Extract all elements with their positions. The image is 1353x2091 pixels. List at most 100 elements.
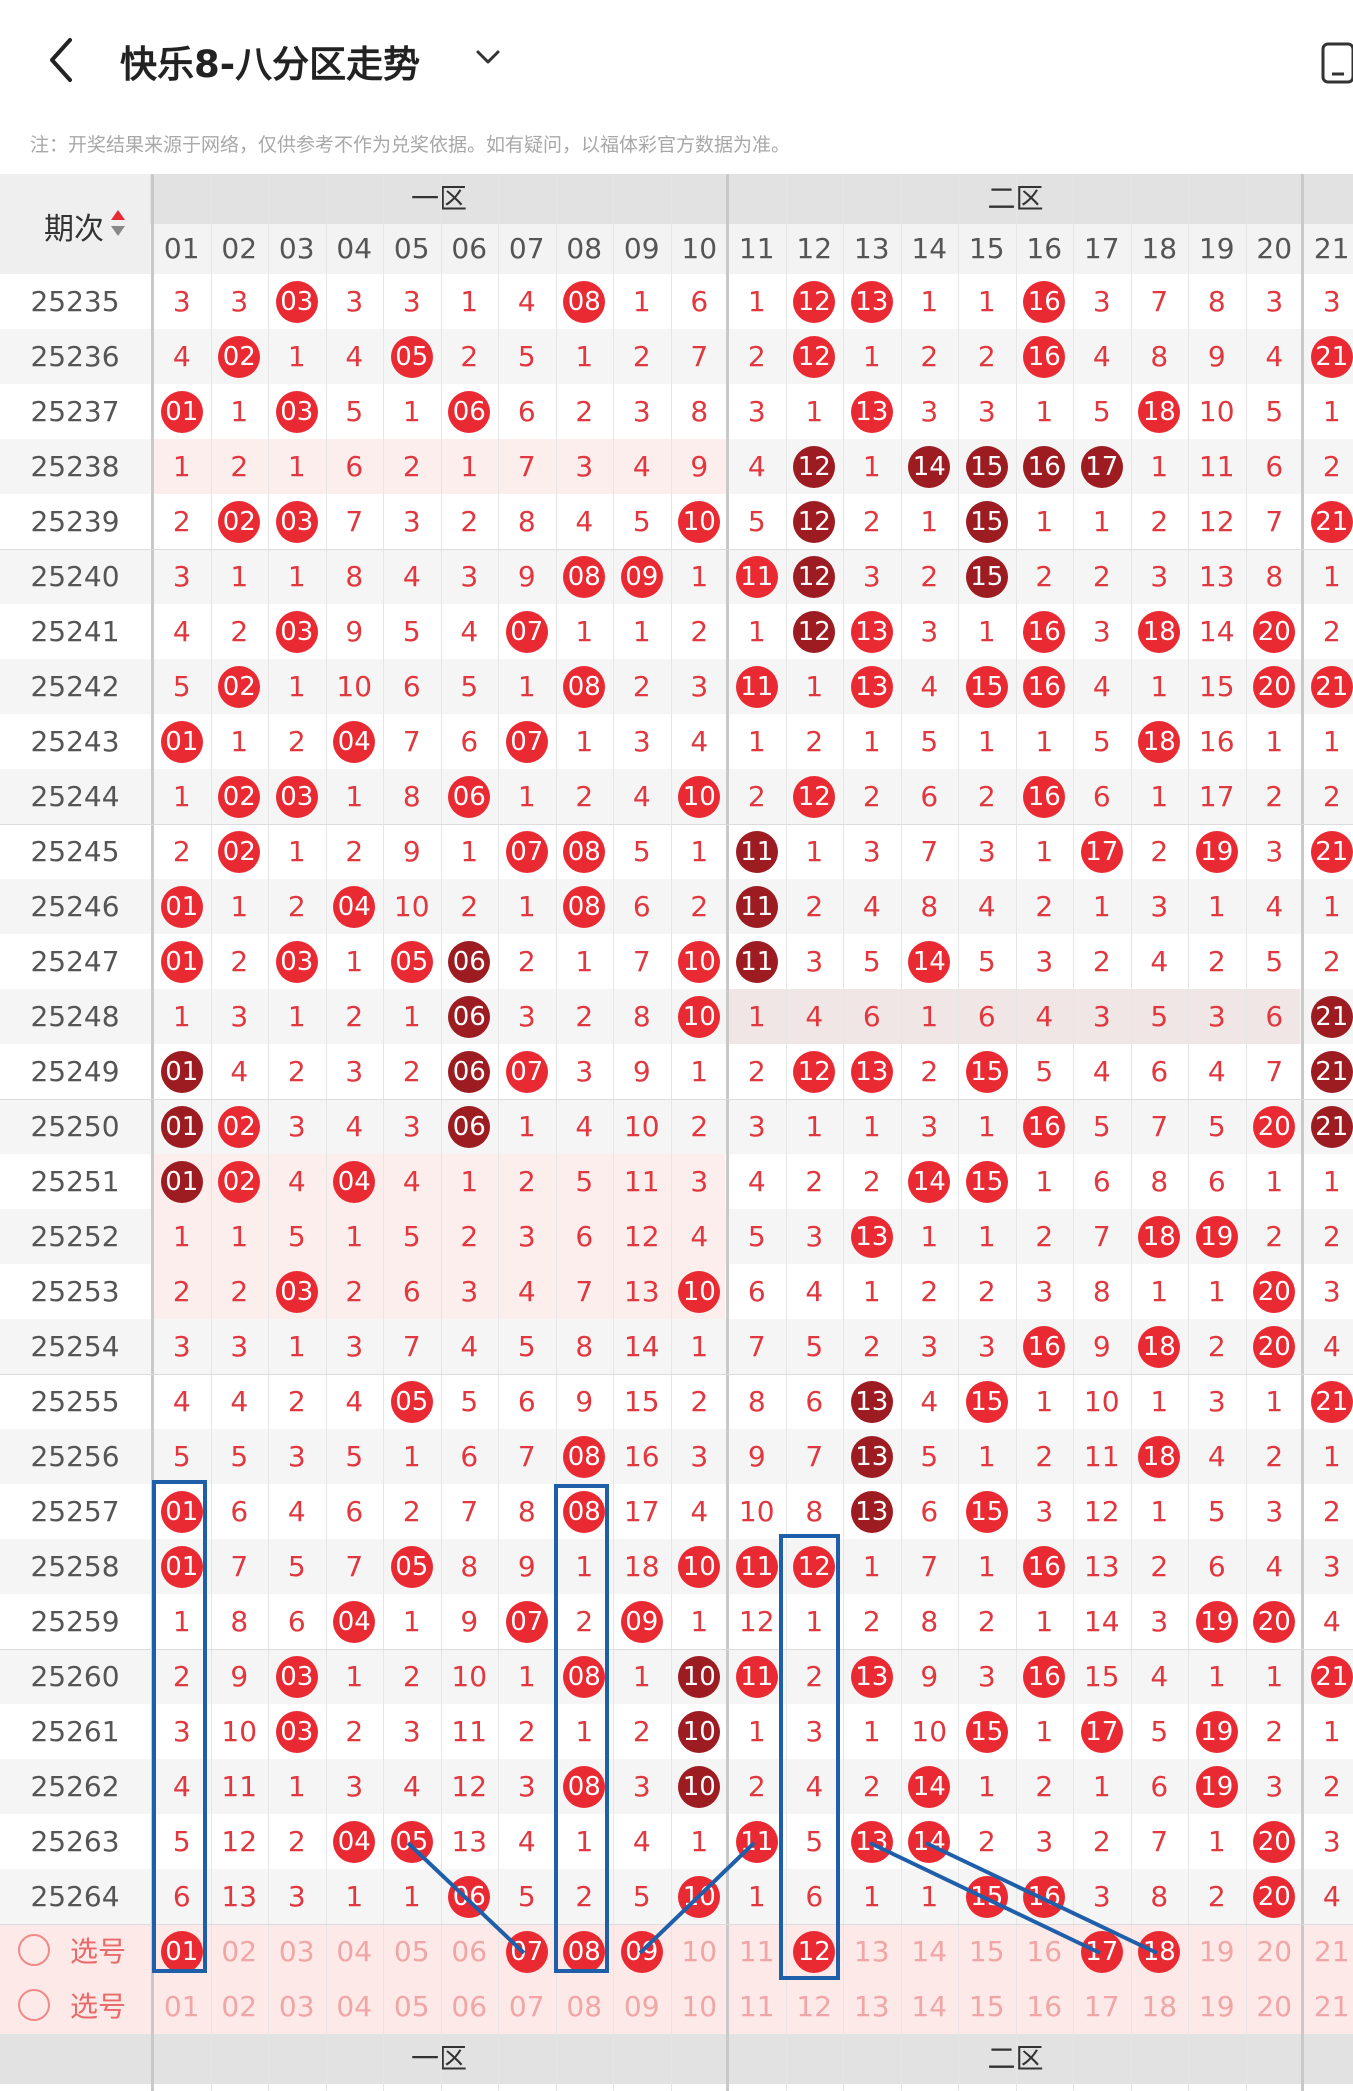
selectable-number[interactable]: 04 bbox=[326, 1924, 384, 1979]
selectable-number[interactable]: 16 bbox=[1016, 1924, 1074, 1979]
column-header-03: 03 bbox=[278, 232, 315, 265]
miss-count-cell: 6 bbox=[1265, 450, 1284, 483]
select-radio[interactable] bbox=[18, 1934, 50, 1966]
miss-count-cell: 2 bbox=[1265, 1715, 1284, 1748]
selectable-number[interactable]: 02 bbox=[211, 1979, 269, 2034]
miss-count-cell: 4 bbox=[632, 780, 651, 813]
trend-grid: 一区 二区 01 02 03 04 05 06 07 08 09 10 11 12 13 14 15 16 17… bbox=[0, 174, 1353, 2091]
selectable-number[interactable]: 03 bbox=[268, 1924, 326, 1979]
selectable-number[interactable]: 02 bbox=[211, 1924, 269, 1979]
selectable-number[interactable]: 17 bbox=[1073, 1979, 1131, 2034]
selectable-number[interactable]: 19 bbox=[1188, 1924, 1246, 1979]
miss-count-cell: 1 bbox=[345, 780, 364, 813]
page-title[interactable]: 快乐8-八分区走势 bbox=[120, 34, 420, 88]
selectable-number[interactable]: 11 bbox=[728, 1979, 786, 2034]
picked-number-ball[interactable]: 01 bbox=[160, 1931, 203, 1973]
drawn-number-ball: 02 bbox=[218, 666, 261, 708]
selectable-number[interactable]: 04 bbox=[326, 1979, 384, 2034]
miss-count-cell: 2 bbox=[517, 945, 536, 978]
column-header-05: 05 bbox=[393, 232, 430, 265]
selectable-number[interactable]: 06 bbox=[441, 1924, 499, 1979]
drawn-number-ball: 17 bbox=[1080, 831, 1123, 873]
selectable-number[interactable]: 06 bbox=[441, 1979, 499, 2034]
drawn-number-ball: 02 bbox=[218, 1106, 261, 1148]
miss-count-cell: 2 bbox=[977, 1605, 996, 1638]
drawn-number-ball: 08 bbox=[563, 281, 606, 323]
miss-count-cell: 2 bbox=[230, 945, 249, 978]
miss-count-cell: 4 bbox=[402, 1770, 421, 1803]
selection-label: 选号 bbox=[70, 1990, 127, 2023]
drawn-number-ball: 09 bbox=[620, 1601, 663, 1643]
miss-count-cell: 8 bbox=[690, 395, 709, 428]
table-row: 25258 01 7 5 7 05 8 9 1 18 10 11 12 1 7 1 16 13 2 6 4 3 bbox=[0, 1539, 1353, 1594]
selectable-number[interactable]: 20 bbox=[1246, 1979, 1304, 2034]
miss-count-cell: 3 bbox=[345, 285, 364, 318]
drawn-number-ball: 07 bbox=[505, 721, 548, 763]
picked-number-ball[interactable]: 09 bbox=[620, 1931, 663, 1973]
selectable-number[interactable]: 21 bbox=[1303, 1979, 1353, 2034]
miss-count-cell: 1 bbox=[805, 1110, 824, 1143]
selectable-number[interactable]: 14 bbox=[901, 1924, 959, 1979]
drawn-number-ball: 06 bbox=[448, 1051, 491, 1093]
miss-count-cell: 1 bbox=[920, 505, 939, 538]
picked-number-ball[interactable]: 08 bbox=[563, 1931, 606, 1973]
select-radio[interactable] bbox=[18, 1989, 50, 2021]
miss-count-cell: 1 bbox=[632, 1660, 651, 1693]
sort-icon[interactable] bbox=[110, 208, 126, 238]
drawn-number-ball: 14 bbox=[908, 1161, 951, 1203]
selectable-number[interactable]: 01 bbox=[153, 1979, 211, 2034]
miss-count-cell: 5 bbox=[230, 1440, 249, 1473]
selectable-number[interactable]: 15 bbox=[958, 1979, 1016, 2034]
picked-number-ball[interactable]: 17 bbox=[1080, 1931, 1123, 1973]
miss-count-cell: 1 bbox=[230, 1220, 249, 1253]
picked-number-ball[interactable]: 18 bbox=[1138, 1931, 1181, 1973]
drawn-number-ball: 03 bbox=[275, 391, 318, 433]
picked-number-ball[interactable]: 12 bbox=[793, 1931, 836, 1973]
selectable-number[interactable]: 16 bbox=[1016, 1979, 1074, 2034]
back-arrow-icon[interactable] bbox=[38, 30, 88, 90]
selectable-number[interactable]: 13 bbox=[843, 1979, 901, 2034]
miss-count-cell: 1 bbox=[977, 615, 996, 648]
selectable-number[interactable]: 10 bbox=[671, 1924, 729, 1979]
selectable-number[interactable]: 18 bbox=[1131, 1979, 1189, 2034]
miss-count-cell: 3 bbox=[805, 945, 824, 978]
selectable-number[interactable]: 20 bbox=[1246, 1924, 1304, 1979]
selectable-number[interactable]: 05 bbox=[383, 1979, 441, 2034]
miss-count-cell: 2 bbox=[402, 450, 421, 483]
selectable-number[interactable]: 03 bbox=[268, 1979, 326, 2034]
miss-count-cell: 16 bbox=[1198, 725, 1235, 758]
selectable-number[interactable]: 14 bbox=[901, 1979, 959, 2034]
miss-count-cell: 2 bbox=[1207, 1880, 1226, 1913]
selectable-number[interactable]: 12 bbox=[786, 1979, 844, 2034]
miss-count-cell: 1 bbox=[977, 725, 996, 758]
selectable-number[interactable]: 13 bbox=[843, 1924, 901, 1979]
miss-count-cell: 1 bbox=[632, 285, 651, 318]
miss-count-cell: 2 bbox=[287, 1385, 306, 1418]
miss-count-cell: 2 bbox=[460, 1220, 479, 1253]
zone-header-row: 一区 二区 bbox=[0, 174, 1353, 224]
miss-count-cell: 7 bbox=[1150, 1110, 1169, 1143]
miss-count-cell: 6 bbox=[1207, 1165, 1226, 1198]
selectable-number[interactable]: 11 bbox=[728, 1924, 786, 1979]
selectable-number[interactable]: 21 bbox=[1303, 1924, 1353, 1979]
selectable-number[interactable]: 19 bbox=[1188, 1979, 1246, 2034]
selectable-number[interactable]: 15 bbox=[958, 1924, 1016, 1979]
drawn-number-ball: 08 bbox=[563, 1491, 606, 1533]
drawn-number-ball: 10 bbox=[678, 941, 721, 983]
period-header[interactable]: 期次 bbox=[0, 174, 150, 274]
chevron-down-icon[interactable] bbox=[470, 42, 506, 72]
selectable-number[interactable]: 07 bbox=[498, 1979, 556, 2034]
miss-count-cell: 1 bbox=[690, 1825, 709, 1858]
miss-count-cell: 1 bbox=[575, 615, 594, 648]
miss-count-cell: 1 bbox=[1035, 725, 1054, 758]
device-icon[interactable] bbox=[1320, 40, 1353, 86]
table-row: 25236 4 02 1 4 05 2 5 1 2 7 2 12 1 2 2 16 4 8 9 4 21 bbox=[0, 329, 1353, 384]
selectable-number[interactable]: 08 bbox=[556, 1979, 614, 2034]
selectable-number[interactable]: 10 bbox=[671, 1979, 729, 2034]
drawn-number-ball: 21 bbox=[1310, 831, 1353, 873]
miss-count-cell: 6 bbox=[747, 1275, 766, 1308]
picked-number-ball[interactable]: 07 bbox=[505, 1931, 548, 1973]
selectable-number[interactable]: 09 bbox=[613, 1979, 671, 2034]
selectable-number[interactable]: 05 bbox=[383, 1924, 441, 1979]
miss-count-cell: 2 bbox=[287, 725, 306, 758]
